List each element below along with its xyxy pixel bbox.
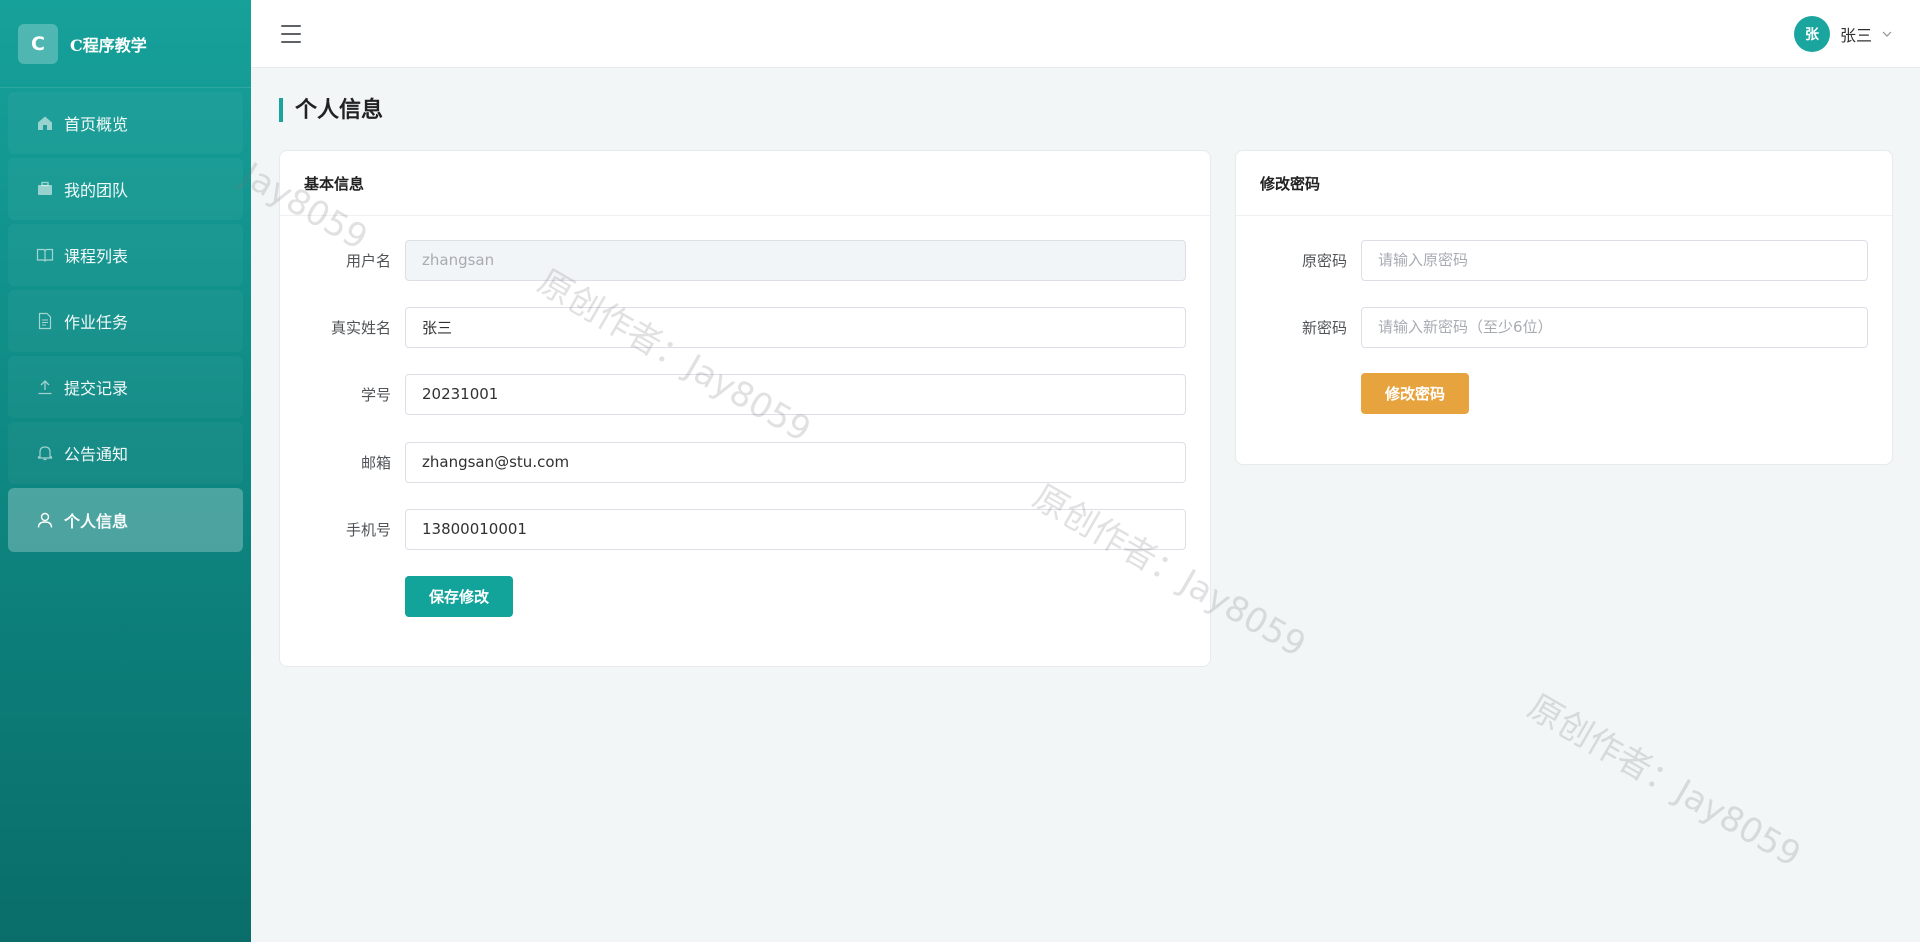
change-password-card: 修改密码 原密码 新密码 修改密码 bbox=[1235, 150, 1893, 465]
sidebar-item-label: 提交记录 bbox=[64, 379, 129, 398]
old-password-row: 原密码 bbox=[1236, 239, 1892, 281]
student-id-label: 学号 bbox=[360, 385, 391, 404]
phone-label: 手机号 bbox=[345, 520, 391, 539]
avatar: 张 bbox=[1793, 15, 1830, 52]
user-dropdown[interactable]: 张 张三 bbox=[1793, 15, 1892, 52]
username-label: 用户名 bbox=[345, 251, 391, 270]
brand-logo: C bbox=[18, 23, 58, 64]
student-id-field[interactable] bbox=[405, 373, 1186, 415]
brand: C C程序教学 bbox=[0, 0, 251, 88]
username-row: 用户名 bbox=[280, 239, 1210, 281]
main-content: 个人信息 基本信息 用户名 真实姓名 学号 邮箱 手机号 bbox=[251, 68, 1920, 942]
page-title: 个人信息 bbox=[279, 98, 383, 122]
phone-field[interactable] bbox=[405, 508, 1186, 550]
sidebar-item-notices[interactable]: 公告通知 bbox=[8, 422, 243, 484]
book-icon bbox=[36, 246, 54, 264]
user-name: 张三 bbox=[1839, 25, 1872, 45]
change-password-title: 修改密码 bbox=[1236, 151, 1892, 216]
app-root: C C程序教学 首页概览 我的团队 课程列表 作业任务 提交记录 公告通知 个人… bbox=[0, 0, 1920, 942]
sidebar-item-label: 我的团队 bbox=[64, 181, 129, 200]
new-password-field[interactable] bbox=[1361, 306, 1868, 348]
email-field[interactable] bbox=[405, 441, 1186, 483]
sidebar-item-assignments[interactable]: 作业任务 bbox=[8, 290, 243, 352]
realname-label: 真实姓名 bbox=[330, 318, 391, 337]
email-row: 邮箱 bbox=[280, 441, 1210, 483]
menu-toggle-icon[interactable] bbox=[281, 24, 301, 43]
realname-field[interactable] bbox=[405, 306, 1186, 348]
sidebar-item-label: 公告通知 bbox=[64, 445, 129, 464]
sidebar-item-label: 首页概览 bbox=[64, 115, 129, 134]
home-icon bbox=[36, 114, 54, 132]
new-password-row: 新密码 bbox=[1236, 306, 1892, 348]
brand-title: C程序教学 bbox=[70, 35, 147, 55]
basic-info-title: 基本信息 bbox=[280, 151, 1210, 216]
username-field bbox=[405, 239, 1186, 281]
old-password-label: 原密码 bbox=[1301, 251, 1347, 270]
sidebar-item-submissions[interactable]: 提交记录 bbox=[8, 356, 243, 418]
document-icon bbox=[36, 312, 54, 330]
sidebar: C C程序教学 首页概览 我的团队 课程列表 作业任务 提交记录 公告通知 个人… bbox=[0, 0, 251, 942]
realname-row: 真实姓名 bbox=[280, 306, 1210, 348]
basic-info-card: 基本信息 用户名 真实姓名 学号 邮箱 手机号 保存修改 bbox=[279, 150, 1211, 667]
sidebar-item-label: 课程列表 bbox=[64, 247, 129, 266]
sidebar-item-label: 个人信息 bbox=[64, 512, 129, 531]
phone-row: 手机号 bbox=[280, 508, 1210, 550]
briefcase-icon bbox=[36, 180, 54, 198]
student-id-row: 学号 bbox=[280, 373, 1210, 415]
user-icon bbox=[36, 511, 54, 529]
bell-icon bbox=[36, 444, 54, 462]
old-password-field[interactable] bbox=[1361, 239, 1868, 281]
sidebar-item-home[interactable]: 首页概览 bbox=[8, 92, 243, 154]
email-label: 邮箱 bbox=[360, 453, 391, 472]
sidebar-item-profile[interactable]: 个人信息 bbox=[8, 488, 243, 552]
save-button[interactable]: 保存修改 bbox=[405, 576, 514, 617]
upload-icon bbox=[36, 378, 54, 396]
sidebar-item-team[interactable]: 我的团队 bbox=[8, 158, 243, 220]
top-header: 张 张三 bbox=[251, 0, 1920, 68]
chevron-down-icon bbox=[1882, 31, 1892, 37]
sidebar-menu: 首页概览 我的团队 课程列表 作业任务 提交记录 公告通知 个人信息 bbox=[0, 92, 251, 552]
new-password-label: 新密码 bbox=[1301, 318, 1347, 337]
sidebar-item-courses[interactable]: 课程列表 bbox=[8, 224, 243, 286]
sidebar-item-label: 作业任务 bbox=[64, 313, 129, 332]
change-password-button[interactable]: 修改密码 bbox=[1361, 373, 1470, 414]
